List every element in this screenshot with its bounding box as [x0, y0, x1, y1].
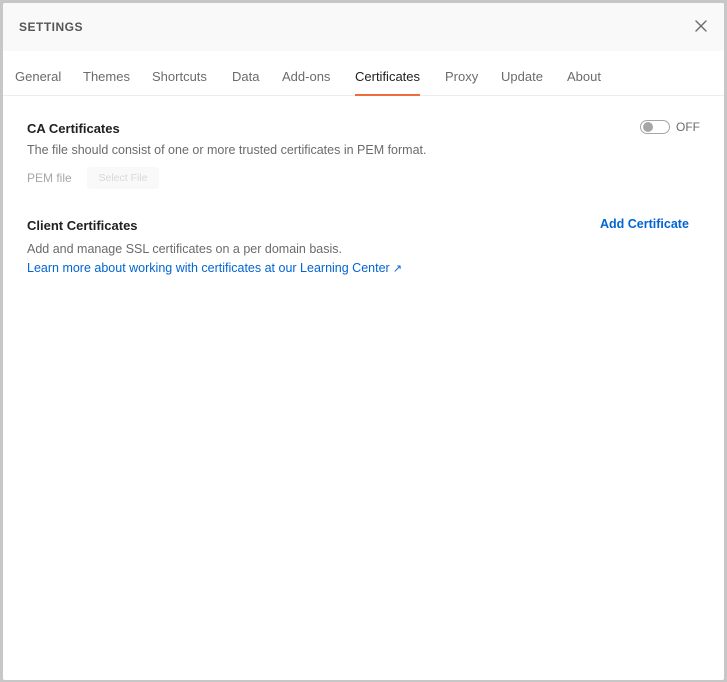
- learning-center-link-text: Learn more about working with certificat…: [27, 261, 390, 275]
- learning-center-link[interactable]: Learn more about working with certificat…: [27, 261, 402, 275]
- settings-tabs: General Themes Shortcuts Data Add-ons Ce…: [3, 51, 724, 96]
- dialog-title: SETTINGS: [19, 20, 84, 34]
- tab-certificates[interactable]: Certificates: [355, 51, 421, 96]
- pem-file-label: PEM file: [27, 171, 72, 185]
- settings-dialog: SETTINGS General Themes Shortcuts Data A…: [3, 3, 724, 680]
- tab-update[interactable]: Update: [501, 51, 543, 95]
- tab-themes[interactable]: Themes: [83, 51, 130, 95]
- external-link-icon: ↗: [392, 263, 402, 275]
- tab-shortcuts[interactable]: Shortcuts: [152, 51, 207, 95]
- client-certificates-title: Client Certificates: [27, 218, 138, 233]
- toggle-state-label: OFF: [676, 120, 700, 134]
- toggle-knob: [643, 122, 653, 132]
- tab-general[interactable]: General: [15, 51, 61, 95]
- close-button[interactable]: [692, 17, 710, 35]
- tab-about[interactable]: About: [567, 51, 601, 95]
- add-certificate-button[interactable]: Add Certificate: [600, 217, 689, 231]
- tab-data[interactable]: Data: [232, 51, 259, 95]
- tab-add-ons[interactable]: Add-ons: [282, 51, 330, 95]
- dialog-header: SETTINGS: [3, 3, 724, 51]
- client-certificates-description: Add and manage SSL certificates on a per…: [27, 242, 343, 256]
- ca-certificates-title: CA Certificates: [27, 121, 120, 136]
- close-icon: [695, 20, 707, 32]
- ca-certificates-toggle[interactable]: [640, 120, 670, 134]
- tab-proxy[interactable]: Proxy: [445, 51, 478, 95]
- ca-certificates-description: The file should consist of one or more t…: [27, 143, 427, 157]
- select-file-button[interactable]: Select File: [87, 167, 159, 189]
